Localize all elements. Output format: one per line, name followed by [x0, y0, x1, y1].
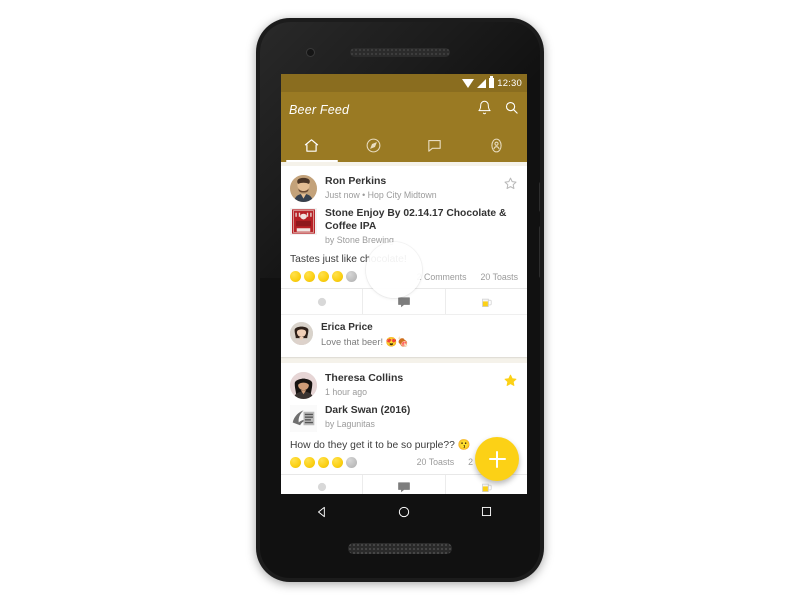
beer-mug-icon	[482, 483, 493, 493]
search-icon[interactable]	[504, 100, 519, 120]
toasts-count[interactable]: 20 Toasts	[481, 272, 519, 282]
status-bar-clock: 12:30	[497, 77, 522, 89]
post-body-text: Tastes just like chocolate!	[290, 254, 407, 265]
beer-info-row[interactable]: Stone Enjoy By 02.14.17 Chocolate & Coff…	[281, 204, 527, 246]
wifi-icon	[461, 78, 474, 88]
avatar[interactable]	[290, 175, 317, 202]
phone-body: 12:30 Beer Feed Ron Perkins Just now • H…	[260, 22, 540, 578]
battery-icon	[488, 76, 495, 88]
signal-icon	[476, 78, 486, 88]
post-author-name: Theresa Collins	[325, 371, 404, 384]
comment-icon	[398, 296, 410, 307]
avatar[interactable]	[290, 371, 317, 399]
comment-text-block: Erica Price Love that beer! 😍🍖	[321, 322, 518, 348]
add-post-fab[interactable]	[475, 437, 519, 481]
feed-post-card[interactable]: Ron Perkins Just now • Hop City Midtown	[281, 166, 527, 357]
compass-icon	[366, 138, 381, 152]
tab-messages[interactable]	[404, 128, 466, 162]
rating-drop[interactable]	[290, 271, 301, 282]
comment-avatar[interactable]	[290, 322, 313, 345]
beer-name: Dark Swan (2016)	[325, 404, 411, 416]
rating-drop[interactable]	[304, 271, 315, 282]
avatar-image	[290, 322, 313, 345]
post-counts: 2 Comments 20 Toasts	[417, 272, 518, 282]
comment-icon	[398, 482, 410, 493]
beer-label-image	[290, 208, 317, 235]
post-author-name: Ron Perkins	[325, 175, 387, 187]
notifications-icon[interactable]	[477, 100, 492, 120]
app-bar: Beer Feed	[281, 92, 527, 128]
rating-drop[interactable]	[318, 456, 329, 468]
post-author-block: Ron Perkins Just now • Hop City Midtown	[325, 175, 503, 201]
post-comment[interactable]: Erica Price Love that beer! 😍🍖	[281, 314, 527, 357]
rating-drop[interactable]	[318, 271, 329, 282]
post-header: Ron Perkins Just now • Hop City Midtown	[281, 166, 527, 204]
avatar-image	[290, 175, 317, 202]
avatar-image	[290, 371, 317, 399]
rating-drop[interactable]	[304, 456, 315, 468]
toasts-count[interactable]: 20 Toasts	[417, 457, 455, 467]
comment-author: Erica Price	[321, 322, 373, 333]
bottom-speaker	[348, 543, 452, 554]
screenshot-stage: 12:30 Beer Feed Ron Perkins Just now • H…	[0, 0, 800, 600]
beer-label-thumbnail	[290, 208, 317, 235]
rating-drop[interactable]	[346, 456, 357, 468]
tab-profile[interactable]	[466, 128, 528, 162]
post-author-block: Theresa Collins 1 hour ago	[325, 372, 503, 398]
phone-device: 12:30 Beer Feed Ron Perkins Just now • H…	[256, 18, 544, 582]
power-button[interactable]	[539, 182, 540, 212]
post-meta: Just now • Hop City Midtown	[325, 190, 437, 200]
earpiece-speaker	[350, 48, 450, 57]
profile-icon	[491, 138, 502, 152]
rating-drop[interactable]	[332, 456, 343, 468]
tab-explore[interactable]	[343, 128, 405, 162]
rate-icon	[317, 297, 326, 306]
beer-text-block: Dark Swan (2016) by Lagunitas	[325, 405, 518, 431]
rating-drop[interactable]	[290, 456, 301, 468]
rating-drop[interactable]	[332, 271, 343, 282]
action-comment[interactable]	[363, 474, 446, 494]
beer-brewery: by Stone Brewing	[325, 235, 394, 245]
post-action-row	[281, 288, 527, 314]
page-title: Beer Feed	[289, 103, 350, 117]
action-rate[interactable]	[281, 289, 364, 314]
app-bar-actions	[477, 100, 519, 120]
star-outline-icon[interactable]	[503, 176, 518, 191]
home-icon	[304, 138, 319, 152]
action-toast[interactable]	[446, 289, 527, 314]
beer-info-row[interactable]: Dark Swan (2016) by Lagunitas	[281, 401, 527, 432]
rate-icon	[317, 482, 326, 492]
beer-label-thumbnail	[290, 404, 317, 432]
android-nav-bar	[281, 494, 527, 534]
tab-bar	[281, 128, 527, 162]
action-rate[interactable]	[281, 474, 364, 494]
home-icon[interactable]	[397, 505, 411, 524]
chat-bubble-icon	[428, 139, 441, 152]
back-icon[interactable]	[315, 505, 329, 524]
plus-icon	[488, 450, 506, 468]
phone-screen: 12:30 Beer Feed Ron Perkins Just now • H…	[281, 74, 527, 494]
rating-drop[interactable]	[346, 271, 357, 282]
volume-button[interactable]	[539, 226, 540, 278]
rating-drops[interactable]	[290, 456, 357, 468]
beer-text-block: Stone Enjoy By 02.14.17 Chocolate & Coff…	[325, 208, 518, 246]
post-header: Theresa Collins 1 hour ago	[281, 363, 527, 401]
comment-body: Love that beer! 😍🍖	[321, 336, 409, 347]
beer-name: Stone Enjoy By 02.14.17 Chocolate & Coff…	[325, 208, 507, 232]
beer-label-image	[290, 404, 317, 432]
action-comment[interactable]	[363, 289, 446, 314]
post-meta: 1 hour ago	[325, 386, 368, 397]
front-camera-icon	[306, 48, 315, 57]
recents-icon[interactable]	[480, 505, 493, 523]
post-rating-row: 2 Comments 20 Toasts	[281, 270, 527, 288]
rating-drops[interactable]	[290, 271, 357, 282]
beer-mug-icon	[482, 298, 493, 307]
beer-feed-list[interactable]: Ron Perkins Just now • Hop City Midtown	[281, 162, 527, 494]
tab-home[interactable]	[281, 128, 343, 162]
star-filled-icon[interactable]	[503, 373, 518, 388]
status-bar: 12:30	[281, 74, 527, 92]
beer-brewery: by Lagunitas	[325, 419, 375, 429]
comments-count[interactable]: 2 Comments	[417, 272, 467, 282]
